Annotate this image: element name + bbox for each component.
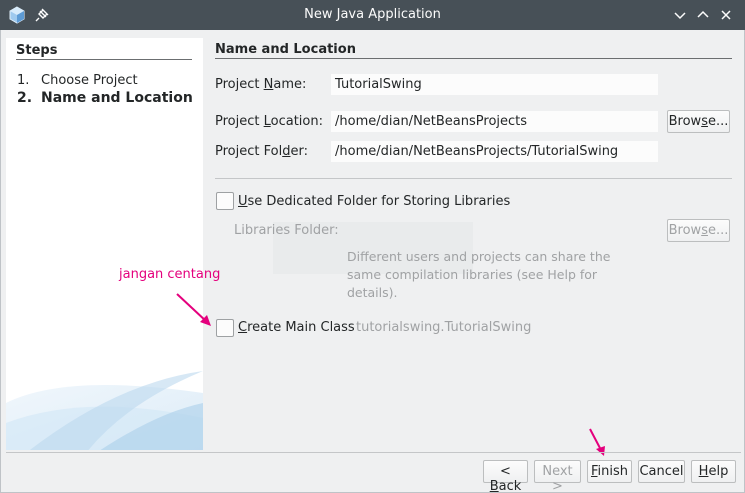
dedicated-folder-checkbox[interactable] bbox=[216, 192, 234, 210]
next-button[interactable]: Next > bbox=[534, 460, 581, 493]
project-location-label: Project Location: bbox=[215, 114, 323, 129]
panel-heading: Name and Location bbox=[215, 42, 356, 57]
annotation-arrow-checkbox bbox=[176, 293, 211, 326]
step-choose-project: 1. Choose Project bbox=[17, 73, 138, 88]
browse-libraries-button[interactable]: Browse... bbox=[667, 219, 730, 242]
main-class-name: tutorialswing.TutorialSwing bbox=[356, 320, 532, 335]
cancel-button[interactable]: Cancel bbox=[638, 460, 685, 483]
project-name-field[interactable]: TutorialSwing bbox=[330, 73, 659, 96]
steps-divider bbox=[16, 59, 192, 60]
step-name-and-location: 2. Name and Location bbox=[17, 90, 193, 106]
dialog-body: Steps 1. Choose Project 2. Name and Locati… bbox=[0, 30, 745, 493]
project-folder-field: /home/dian/NetBeansProjects/TutorialSwin… bbox=[330, 140, 659, 163]
panel-divider bbox=[215, 58, 732, 59]
maximize-icon[interactable] bbox=[693, 5, 713, 25]
steps-panel: Steps 1. Choose Project 2. Name and Locati… bbox=[6, 38, 203, 450]
footer-separator bbox=[6, 452, 741, 453]
dedicated-folder-label[interactable]: Use Dedicated Folder for Storing Librari… bbox=[238, 194, 510, 209]
finish-button[interactable]: Finish bbox=[587, 460, 632, 483]
project-name-label: Project Name: bbox=[215, 77, 307, 92]
browse-location-button[interactable]: Browse... bbox=[667, 110, 730, 133]
libraries-hint-text: Different users and projects can share t… bbox=[347, 249, 611, 300]
create-main-class-label[interactable]: Create Main Class bbox=[238, 320, 355, 335]
title-bar: New Java Application bbox=[0, 0, 745, 30]
back-button[interactable]: < Back bbox=[483, 460, 528, 493]
section-separator bbox=[215, 178, 732, 179]
annotation-text: jangan centang bbox=[119, 267, 221, 282]
libraries-folder-label: Libraries Folder: bbox=[234, 223, 339, 238]
project-folder-label: Project Folder: bbox=[215, 144, 308, 159]
close-icon[interactable] bbox=[716, 5, 736, 25]
window-title: New Java Application bbox=[304, 7, 441, 22]
create-main-class-checkbox[interactable] bbox=[216, 319, 234, 337]
annotation-arrow-finish bbox=[589, 428, 605, 456]
help-button[interactable]: Help bbox=[691, 460, 736, 483]
steps-heading: Steps bbox=[16, 43, 58, 58]
decorative-swoosh-graphic bbox=[6, 371, 203, 450]
minimize-icon[interactable] bbox=[670, 5, 690, 25]
project-location-field[interactable]: /home/dian/NetBeansProjects bbox=[330, 110, 659, 133]
